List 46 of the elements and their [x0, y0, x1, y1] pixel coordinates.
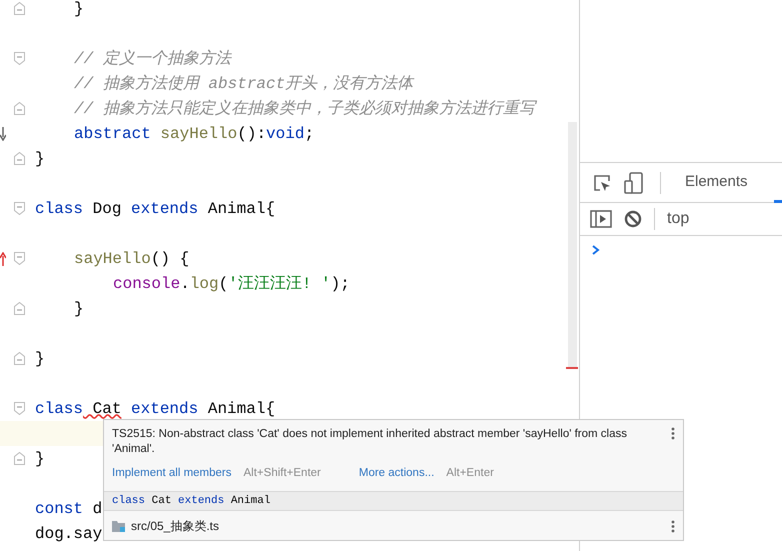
code-line: class Cat extends Animal{: [35, 398, 276, 420]
shortcut-hint: Alt+Enter: [446, 466, 494, 481]
clear-console-icon[interactable]: [624, 210, 642, 228]
shortcut-hint: Alt+Shift+Enter: [244, 466, 321, 481]
code-line: sayHello() {: [73, 248, 190, 270]
file-path[interactable]: src/05_抽象类.ts: [131, 517, 666, 536]
code-line: }: [73, 0, 84, 20]
error-message: TS2515: Non-abstract class 'Cat' does not implement inherited abstract member 'sayHello' from class 'Animal'.: [112, 427, 628, 457]
code-line: // 抽象方法只能定义在抽象类中，子类必须对抽象方法进行重写: [73, 98, 535, 120]
code-line: dog.say: [35, 524, 102, 544]
code-line: const d: [35, 498, 102, 520]
fold-icon[interactable]: [14, 352, 25, 365]
code-line: }: [35, 448, 45, 470]
sidebar-toggle-icon[interactable]: [590, 210, 612, 228]
action-link[interactable]: More actions...: [358, 465, 434, 482]
code-line: console.log('汪汪汪汪! ');: [112, 274, 350, 294]
code-line: }: [35, 348, 45, 370]
fold-icon[interactable]: [14, 102, 25, 115]
inspect-icon[interactable]: [592, 172, 612, 192]
more-options-icon[interactable]: [671, 520, 675, 533]
code-line: }: [73, 298, 84, 320]
fold-icon[interactable]: [14, 152, 25, 165]
fold-icon[interactable]: [14, 202, 25, 215]
implemented-marker-icon[interactable]: [0, 126, 6, 140]
fold-icon[interactable]: [14, 2, 25, 15]
selected-tab-indicator: [774, 200, 782, 203]
code-line: // 定义一个抽象方法: [73, 48, 231, 70]
overrides-marker-icon[interactable]: [0, 252, 6, 266]
code-preview: class Cat extends Animal: [104, 491, 683, 512]
more-options-icon[interactable]: [671, 427, 675, 440]
fold-icon[interactable]: [14, 252, 25, 265]
fold-icon[interactable]: [14, 52, 25, 65]
code-line: class Dog extends Animal{: [35, 198, 276, 220]
code-line: abstract sayHello():void;: [73, 124, 314, 144]
console-prompt-icon[interactable]: [592, 245, 600, 255]
fold-icon[interactable]: [14, 452, 25, 465]
fold-icon[interactable]: [14, 402, 25, 415]
action-link[interactable]: Implement all members: [112, 465, 232, 482]
context-selector[interactable]: top: [667, 207, 690, 231]
fold-icon[interactable]: [14, 302, 25, 315]
code-line: // 抽象方法使用 abstract开头，没有方法体: [73, 74, 414, 94]
devtools-tab[interactable]: Elements: [673, 163, 760, 202]
scrollbar-thumb[interactable]: [568, 122, 577, 367]
device-icon[interactable]: [624, 172, 644, 194]
code-line: }: [35, 148, 45, 170]
folder-icon: [112, 520, 126, 532]
